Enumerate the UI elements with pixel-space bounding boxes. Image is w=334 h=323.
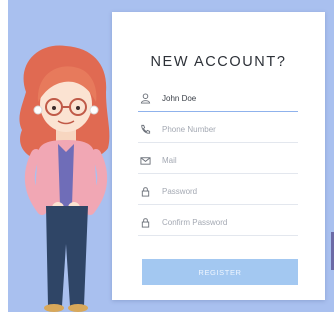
lock-icon bbox=[141, 218, 150, 228]
lock-icon bbox=[141, 187, 150, 197]
signup-card: NEW ACCOUNT? John Doe Phone Number Mail … bbox=[112, 12, 325, 300]
confirm-password-field[interactable]: Confirm Password bbox=[138, 213, 298, 236]
name-field[interactable]: John Doe bbox=[138, 89, 298, 112]
password-field[interactable]: Password bbox=[138, 182, 298, 205]
user-icon bbox=[140, 93, 151, 104]
confirm-password-field-placeholder: Confirm Password bbox=[162, 218, 228, 227]
password-field-placeholder: Password bbox=[162, 187, 198, 196]
phone-icon bbox=[141, 124, 151, 134]
woman-illustration bbox=[19, 45, 110, 312]
register-button[interactable]: REGISTER bbox=[142, 259, 298, 285]
name-field-value: John Doe bbox=[162, 94, 197, 103]
form-title: NEW ACCOUNT? bbox=[150, 54, 287, 70]
phone-field[interactable]: Phone Number bbox=[138, 120, 298, 143]
mail-field-placeholder: Mail bbox=[162, 156, 177, 165]
mail-field[interactable]: Mail bbox=[138, 151, 298, 174]
phone-field-placeholder: Phone Number bbox=[162, 125, 216, 134]
mail-icon bbox=[140, 157, 151, 165]
